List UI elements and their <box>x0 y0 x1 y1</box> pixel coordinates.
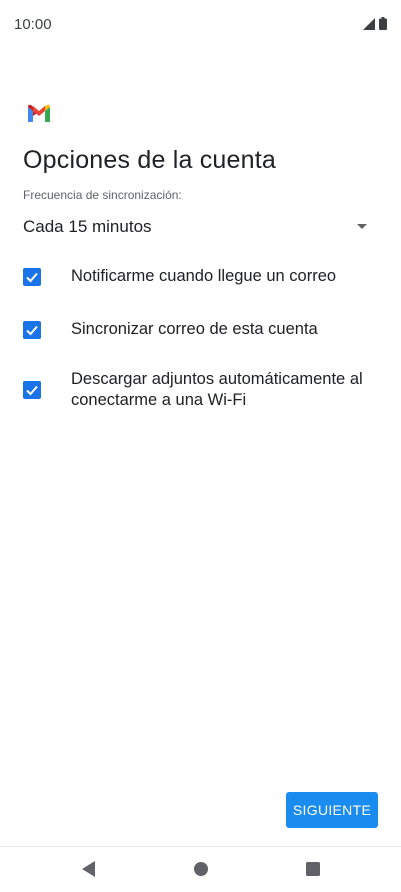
next-button[interactable]: SIGUIENTE <box>286 792 378 828</box>
option-label: Notificarme cuando llegue un correo <box>71 267 337 285</box>
option-notify[interactable]: Notificarme cuando llegue un correo <box>23 266 383 287</box>
nav-bar <box>0 847 401 892</box>
status-time: 10:00 <box>14 16 52 33</box>
status-icons <box>363 17 387 30</box>
option-label: Descargar adjuntos automáticamente al co… <box>71 370 363 409</box>
signal-icon <box>363 17 375 30</box>
option-label: Sincronizar correo de esta cuenta <box>71 320 318 338</box>
checkbox-checked-icon[interactable] <box>23 320 41 339</box>
battery-icon <box>379 17 387 30</box>
gmail-logo <box>28 104 50 122</box>
sync-frequency-value: Cada 15 minutos <box>23 217 152 236</box>
checkbox-checked-icon[interactable] <box>23 381 41 399</box>
recents-icon[interactable] <box>303 859 323 879</box>
page-title: Opciones de la cuenta <box>23 146 276 174</box>
back-icon[interactable] <box>79 859 99 879</box>
option-sync[interactable]: Sincronizar correo de esta cuenta <box>23 319 383 340</box>
home-icon[interactable] <box>191 859 211 879</box>
sync-frequency-select[interactable]: Cada 15 minutos <box>23 210 373 244</box>
status-bar: 10:00 <box>0 0 401 48</box>
checkbox-checked-icon[interactable] <box>23 267 41 286</box>
dropdown-arrow-icon <box>357 224 367 229</box>
sync-frequency-label: Frecuencia de sincronización: <box>23 188 182 202</box>
option-download-attachments[interactable]: Descargar adjuntos automáticamente al co… <box>23 369 383 411</box>
